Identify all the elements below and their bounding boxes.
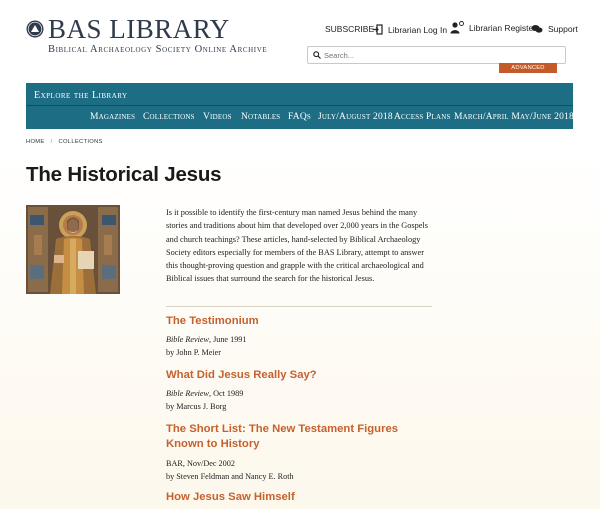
support-link[interactable]: Support: [531, 24, 578, 34]
article-publication: Bible Review: [166, 335, 209, 344]
explore-library-label[interactable]: Explore the Library: [34, 90, 128, 101]
page-title: The Historical Jesus: [26, 163, 222, 186]
collection-intro: Is it possible to identify the first-cen…: [166, 208, 428, 284]
article-author: by John P. Meier: [166, 348, 222, 357]
article-title[interactable]: What Did Jesus Really Say?: [166, 368, 436, 383]
logo-icon[interactable]: [26, 20, 44, 38]
breadcrumb-home[interactable]: HOME: [26, 139, 45, 145]
article-date: , June 1991: [208, 335, 247, 344]
support-label[interactable]: Support: [548, 24, 578, 34]
librarian-register-link[interactable]: Librarian Register: [450, 21, 536, 34]
article-date: , Oct 1989: [208, 389, 244, 398]
article-author: by Steven Feldman and Nancy E. Roth: [166, 472, 294, 481]
login-label[interactable]: Librarian Log In: [388, 25, 447, 35]
nav-divider: [26, 105, 573, 106]
breadcrumb: HOME / COLLECTIONS: [26, 139, 103, 145]
article-title[interactable]: How Jesus Saw Himself: [166, 490, 436, 505]
librarian-login-link[interactable]: Librarian Log In: [372, 24, 447, 35]
nav-item-notables[interactable]: Notables: [241, 112, 280, 122]
article-publication: Bible Review: [166, 389, 209, 398]
nav-item-current-issue[interactable]: July/August 2018: [318, 112, 393, 122]
logo-title[interactable]: BAS LIBRARY: [48, 14, 230, 44]
search-icon: [308, 46, 321, 64]
register-label[interactable]: Librarian Register: [469, 23, 536, 33]
article-title[interactable]: The Testimonium: [166, 314, 436, 329]
login-icon: [372, 24, 383, 35]
article-date: , Nov/Dec 2002: [182, 459, 235, 468]
nav-item-past-issue[interactable]: March/April May/June 2018: [454, 112, 574, 122]
nav-item-access-plans[interactable]: Access Plans: [394, 112, 451, 122]
logo-subtitle: Biblical Archaeology Society Online Arch…: [48, 44, 268, 55]
divider: [166, 306, 432, 307]
article-meta: Bible Review, Oct 1989: [166, 387, 243, 400]
article-publication: BAR: [166, 459, 183, 468]
nav-item-faqs[interactable]: FAQs: [288, 112, 311, 122]
search-box[interactable]: [307, 46, 566, 64]
article-meta: BAR, Nov/Dec 2002: [166, 457, 235, 470]
search-input[interactable]: [324, 50, 554, 60]
nav-item-magazines[interactable]: Magazines: [90, 112, 135, 122]
collection-image: [26, 205, 120, 294]
article-author: by Marcus J. Borg: [166, 402, 227, 411]
subscribe-label[interactable]: SUBSCRIBE: [325, 24, 374, 34]
breadcrumb-separator: /: [50, 139, 53, 145]
add-user-icon: [450, 21, 464, 34]
advanced-search-button[interactable]: ADVANCED SEARCH: [499, 63, 557, 81]
nav-item-collections[interactable]: Collections: [143, 112, 195, 122]
nav-item-videos[interactable]: Videos: [203, 112, 232, 122]
subscribe-link[interactable]: SUBSCRIBE: [325, 24, 374, 34]
chat-icon: [531, 24, 543, 34]
article-meta: Bible Review, June 1991: [166, 333, 247, 346]
breadcrumb-collections[interactable]: COLLECTIONS: [59, 139, 103, 145]
article-title[interactable]: The Short List: The New Testament Figure…: [166, 422, 436, 452]
